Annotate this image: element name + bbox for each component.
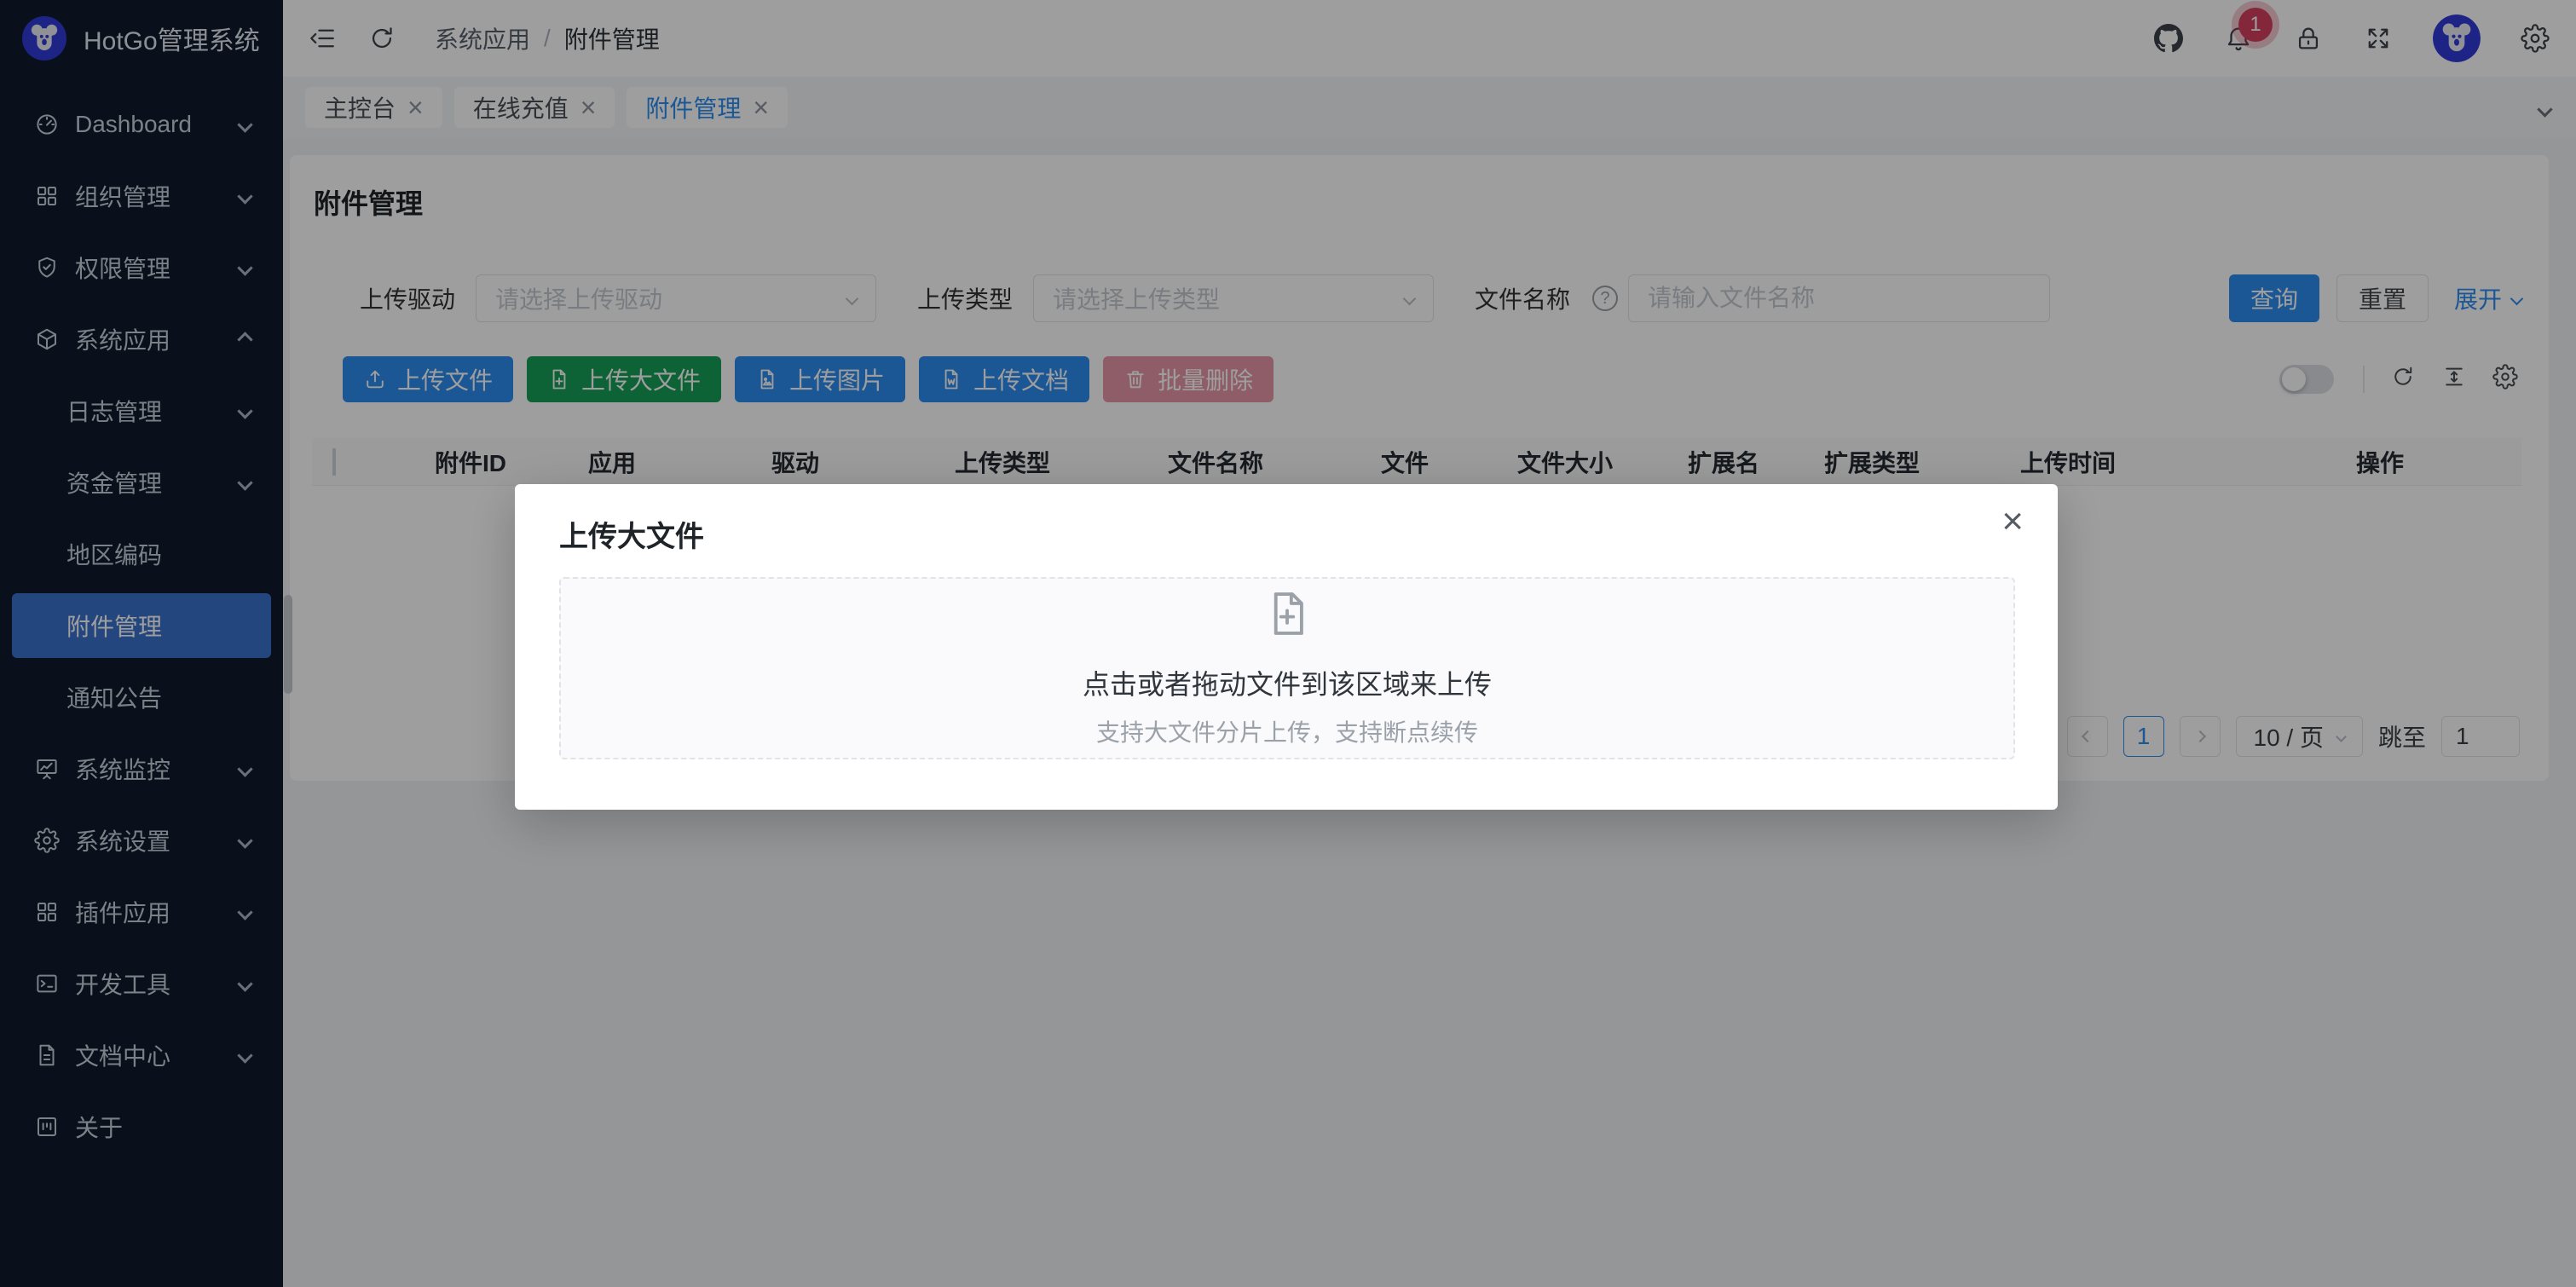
file-plus-icon	[1262, 589, 1312, 644]
modal-title: 上传大文件	[559, 513, 2015, 555]
dropzone-main-text: 点击或者拖动文件到该区域来上传	[1083, 663, 1492, 702]
file-dropzone[interactable]: 点击或者拖动文件到该区域来上传 支持大文件分片上传，支持断点续传	[559, 577, 2015, 759]
upload-big-file-modal: 上传大文件 × 点击或者拖动文件到该区域来上传 支持大文件分片上传，支持断点续传	[515, 484, 2058, 810]
modal-close-icon[interactable]: ×	[2001, 503, 2024, 540]
dropzone-sub-text: 支持大文件分片上传，支持断点续传	[1096, 714, 1478, 748]
